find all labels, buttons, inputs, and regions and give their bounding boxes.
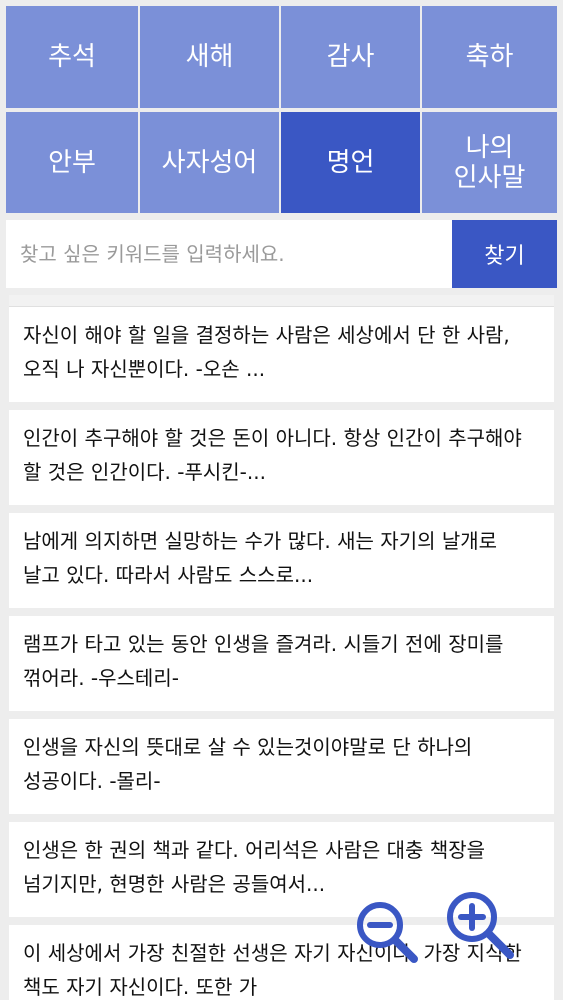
list-item[interactable]: 램프가 타고 있는 동안 인생을 즐겨라. 시들기 전에 장미를 꺾어라. -우… xyxy=(9,616,554,719)
zoom-in-icon xyxy=(447,892,514,959)
app-screen: 추석 새해 감사 축하 안부 사자성어 명언 나의 인사말 찾기 자신이 해야 … xyxy=(0,0,563,1000)
list-item[interactable]: 인생을 자신의 뜻대로 살 수 있는것이야말로 단 하나의 성공이다. -몰리- xyxy=(9,719,554,822)
quote-text: 남에게 의지하면 실망하는 수가 많다. 새는 자기의 날개로 날고 있다. 따… xyxy=(23,529,498,587)
quote-text: 자신이 해야 할 일을 결정하는 사람은 세상에서 단 한 사람, 오직 나 자… xyxy=(23,323,510,381)
category-congrats-button[interactable]: 축하 xyxy=(422,6,557,108)
category-new-year-button[interactable]: 새해 xyxy=(140,6,279,108)
quote-text: 인간이 추구해야 할 것은 돈이 아니다. 항상 인간이 추구해야 할 것은 인… xyxy=(23,426,522,484)
list-item[interactable]: 자신이 해야 할 일을 결정하는 사람은 세상에서 단 한 사람, 오직 나 자… xyxy=(9,307,554,410)
list-top-edge xyxy=(9,295,554,307)
zoom-out-icon xyxy=(357,902,418,963)
list-item[interactable]: 인간이 추구해야 할 것은 돈이 아니다. 항상 인간이 추구해야 할 것은 인… xyxy=(9,410,554,513)
zoom-out-button[interactable] xyxy=(350,895,430,975)
search-bar: 찾기 xyxy=(6,220,557,288)
search-input[interactable] xyxy=(6,220,452,288)
category-greeting-button[interactable]: 안부 xyxy=(6,112,138,213)
quote-text: 인생을 자신의 뜻대로 살 수 있는것이야말로 단 하나의 성공이다. -몰리- xyxy=(23,735,473,793)
category-thanks-button[interactable]: 감사 xyxy=(281,6,420,108)
category-chuseok-button[interactable]: 추석 xyxy=(6,6,138,108)
category-my-greeting-button[interactable]: 나의 인사말 xyxy=(422,112,557,213)
category-quotes-button[interactable]: 명언 xyxy=(281,112,420,213)
category-idiom-button[interactable]: 사자성어 xyxy=(140,112,279,213)
quote-text: 램프가 타고 있는 동안 인생을 즐겨라. 시들기 전에 장미를 꺾어라. -우… xyxy=(23,632,504,690)
search-button[interactable]: 찾기 xyxy=(452,220,557,288)
list-item[interactable]: 남에게 의지하면 실망하는 수가 많다. 새는 자기의 날개로 날고 있다. 따… xyxy=(9,513,554,616)
category-grid: 추석 새해 감사 축하 안부 사자성어 명언 나의 인사말 xyxy=(6,6,557,213)
zoom-in-button[interactable] xyxy=(440,885,520,965)
